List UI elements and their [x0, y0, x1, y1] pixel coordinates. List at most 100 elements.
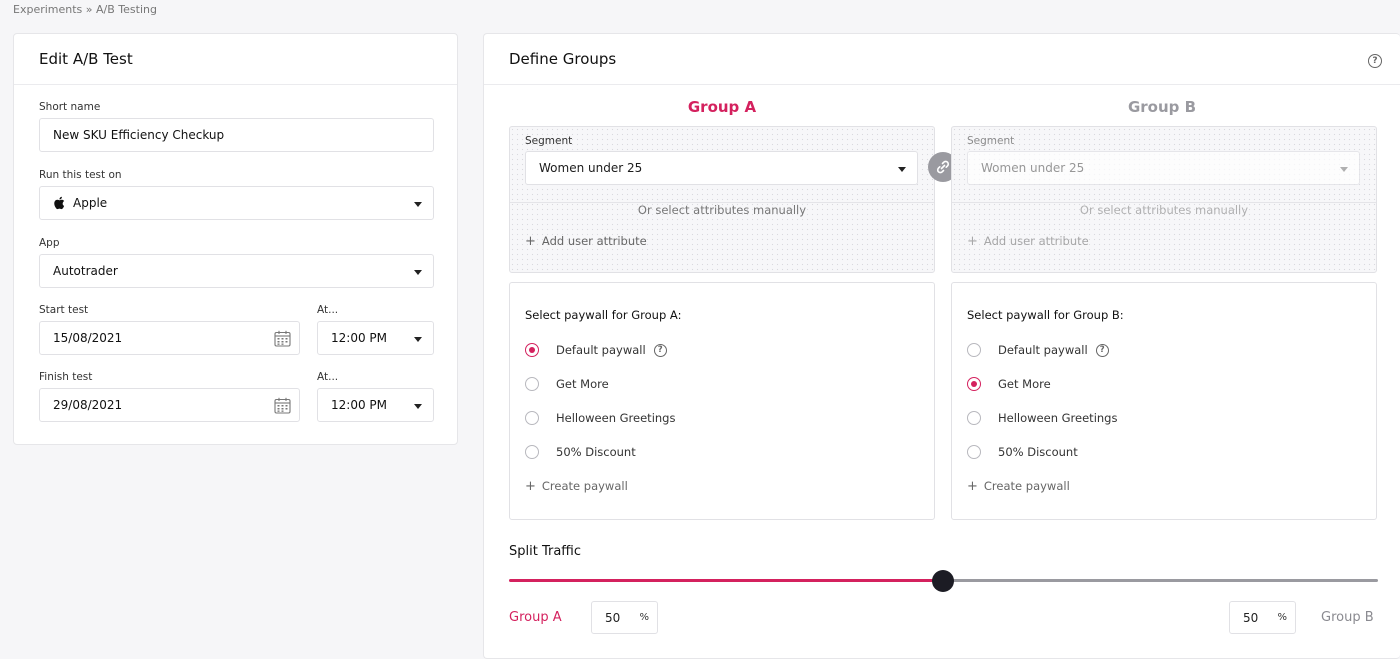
plus-icon: + — [525, 479, 536, 494]
paywall-option[interactable]: Helloween Greetings — [525, 410, 675, 426]
platform-select[interactable]: Apple — [39, 186, 434, 220]
radio[interactable] — [967, 343, 981, 357]
breadcrumb: Experiments » A/B Testing — [13, 3, 157, 16]
start-date-input[interactable]: 15/08/2021 — [39, 321, 300, 355]
app-label: App — [39, 237, 60, 249]
group-a-split-label: Group A — [509, 610, 562, 625]
paywall-option[interactable]: 50% Discount — [967, 444, 1078, 460]
radio-selected[interactable] — [967, 377, 981, 391]
segment-label: Segment — [967, 135, 1015, 147]
segment-value: Women under 25 — [539, 161, 643, 175]
slider-track-group-b[interactable] — [944, 579, 1378, 582]
group-b-segment-select[interactable]: Women under 25 — [967, 151, 1360, 185]
plus-icon: + — [967, 479, 978, 494]
segment-value: Women under 25 — [981, 161, 1085, 175]
apple-icon — [53, 196, 65, 210]
run-on-label: Run this test on — [39, 169, 122, 181]
divider — [14, 84, 457, 85]
app-value: Autotrader — [53, 264, 118, 278]
help-icon[interactable]: ? — [1095, 343, 1109, 357]
finish-at-label: At... — [317, 371, 339, 383]
chevron-down-icon — [414, 404, 422, 409]
start-at-label: At... — [317, 304, 339, 316]
add-attribute-label: Add user attribute — [983, 234, 1089, 248]
radio[interactable] — [525, 445, 539, 459]
paywall-option[interactable]: Get More — [525, 376, 609, 392]
group-a-percent-input[interactable]: 50 % — [591, 601, 658, 634]
group-a-segment-select[interactable]: Women under 25 — [525, 151, 918, 185]
create-paywall-button[interactable]: + Create paywall — [967, 479, 1070, 494]
group-a-paywall-box: Select paywall for Group A: Default payw… — [509, 282, 935, 520]
finish-date-input[interactable]: 29/08/2021 — [39, 388, 300, 422]
percent-sign: % — [1277, 612, 1287, 623]
create-paywall-label: Create paywall — [983, 479, 1070, 493]
start-time-select[interactable]: 12:00 PM — [317, 321, 434, 355]
paywall-option[interactable]: Get More — [967, 376, 1051, 392]
group-b-paywall-box: Select paywall for Group B: Default payw… — [951, 282, 1377, 520]
link-icon — [936, 160, 950, 174]
paywall-option-label: Get More — [556, 377, 609, 391]
start-test-label: Start test — [39, 304, 89, 316]
create-paywall-label: Create paywall — [541, 479, 628, 493]
chevron-down-icon — [898, 167, 906, 172]
slider-track-group-a[interactable] — [509, 579, 935, 582]
plus-icon: + — [525, 234, 536, 249]
paywall-option-label: Helloween Greetings — [998, 411, 1118, 425]
paywall-option-label: 50% Discount — [998, 445, 1078, 459]
define-groups-panel: Define Groups ? Group A Group B Segment … — [483, 33, 1400, 659]
percent-value: 50 — [1243, 611, 1259, 625]
radio[interactable] — [967, 445, 981, 459]
group-b-percent-input[interactable]: 50 % — [1229, 601, 1296, 634]
paywall-option-label: Default paywall — [556, 343, 646, 357]
finish-time-select[interactable]: 12:00 PM — [317, 388, 434, 422]
finish-time-value: 12:00 PM — [331, 398, 387, 412]
paywall-option[interactable]: Default paywall? — [967, 342, 1109, 358]
create-paywall-button[interactable]: + Create paywall — [525, 479, 628, 494]
finish-test-label: Finish test — [39, 371, 93, 383]
group-a-add-attribute[interactable]: + Add user attribute — [525, 234, 647, 249]
help-icon[interactable]: ? — [1368, 54, 1382, 68]
app-select[interactable]: Autotrader — [39, 254, 434, 288]
or-select-text: Or select attributes manually — [637, 203, 807, 217]
group-b-segment-box: Segment Women under 25 Or select attribu… — [951, 126, 1377, 273]
short-name-value: New SKU Efficiency Checkup — [53, 128, 225, 142]
percent-value: 50 — [605, 611, 621, 625]
calendar-icon[interactable] — [274, 397, 291, 414]
start-date-value: 15/08/2021 — [53, 331, 123, 345]
edit-test-panel: Edit A/B Test Short name New SKU Efficie… — [13, 33, 458, 445]
chevron-down-icon — [414, 270, 422, 275]
paywall-option[interactable]: 50% Discount — [525, 444, 636, 460]
split-traffic-title: Split Traffic — [509, 544, 582, 559]
finish-date-value: 29/08/2021 — [53, 398, 123, 412]
short-name-label: Short name — [39, 101, 101, 113]
paywall-option-label: Default paywall — [998, 343, 1088, 357]
help-icon[interactable]: ? — [653, 343, 667, 357]
short-name-input[interactable]: New SKU Efficiency Checkup — [39, 118, 434, 152]
group-b-add-attribute[interactable]: + Add user attribute — [967, 234, 1089, 249]
paywall-option[interactable]: Helloween Greetings — [967, 410, 1117, 426]
add-attribute-label: Add user attribute — [541, 234, 647, 248]
radio[interactable] — [967, 411, 981, 425]
slider-handle[interactable] — [932, 570, 954, 592]
panel-title: Edit A/B Test — [39, 50, 133, 68]
chevron-down-icon — [414, 337, 422, 342]
radio[interactable] — [525, 411, 539, 425]
radio[interactable] — [525, 377, 539, 391]
chevron-down-icon — [1340, 167, 1348, 172]
platform-value: Apple — [73, 196, 108, 210]
group-b-heading: Group B — [1127, 98, 1197, 116]
group-b-split-label: Group B — [1321, 610, 1374, 625]
group-a-segment-box: Segment Women under 25 Or select attribu… — [509, 126, 935, 273]
segment-label: Segment — [525, 135, 573, 147]
radio-selected[interactable] — [525, 343, 539, 357]
paywall-title: Select paywall for Group B: — [967, 308, 1124, 322]
paywall-option-label: 50% Discount — [556, 445, 636, 459]
or-select-text: Or select attributes manually — [1079, 203, 1249, 217]
paywall-option-label: Get More — [998, 377, 1051, 391]
percent-sign: % — [639, 612, 649, 623]
chevron-down-icon — [414, 202, 422, 207]
calendar-icon[interactable] — [274, 330, 291, 347]
paywall-title: Select paywall for Group A: — [525, 308, 682, 322]
paywall-option[interactable]: Default paywall? — [525, 342, 667, 358]
paywall-option-label: Helloween Greetings — [556, 411, 676, 425]
